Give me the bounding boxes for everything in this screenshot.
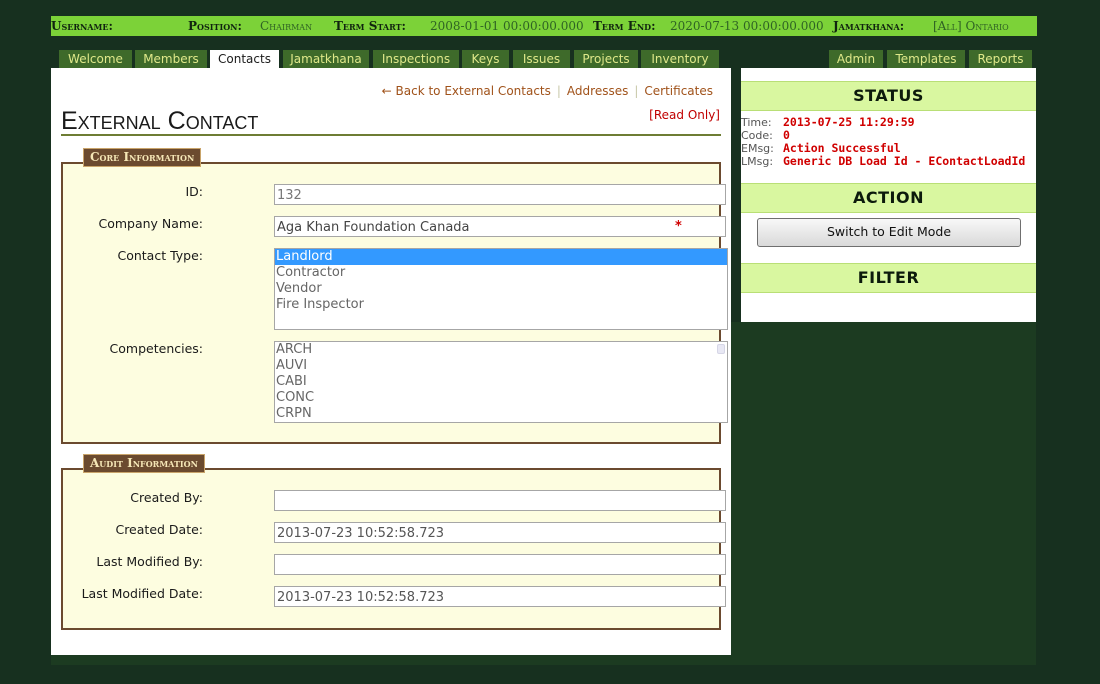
side-background: [731, 322, 1036, 665]
list-option-landlord[interactable]: Landlord: [275, 249, 727, 265]
list-option-conc[interactable]: CONC: [275, 390, 727, 406]
tab-welcome[interactable]: Welcome: [59, 50, 132, 68]
tab-jamatkhana[interactable]: Jamatkhana: [283, 50, 369, 68]
bottom-background: [51, 655, 1036, 665]
contact-type-list[interactable]: Landlord Contractor Vendor Fire Inspecto…: [274, 248, 728, 330]
tab-keys[interactable]: Keys: [462, 50, 509, 68]
list-option-vendor[interactable]: Vendor: [275, 281, 727, 297]
tab-contacts[interactable]: Contacts: [210, 50, 279, 69]
status-time-row: Time: 2013-07-25 11:29:59: [741, 115, 915, 129]
last-modified-date-label: Last Modified Date:: [81, 586, 203, 601]
company-name-field[interactable]: Aga Khan Foundation Canada: [274, 216, 726, 237]
related-links: ← Back to External Contacts | Addresses | Ce…: [382, 84, 713, 98]
term-start-value: 2008-01-01 00:00:00.000: [430, 19, 584, 33]
back-to-contacts-link[interactable]: ← Back to External Contacts: [382, 84, 551, 98]
core-information-section: ID: 132 Company Name: Aga Khan Foundatio…: [61, 162, 728, 444]
tab-admin[interactable]: Admin: [829, 50, 883, 68]
competencies-list[interactable]: ARCH AUVI CABI CONC CRPN: [274, 341, 728, 423]
switch-to-edit-mode-button[interactable]: Switch to Edit Mode: [757, 218, 1021, 247]
scrollbar-thumb[interactable]: [717, 344, 725, 354]
term-end-value: 2020-07-13 00:00:00.000: [670, 19, 824, 33]
action-heading: ACTION: [741, 183, 1036, 213]
company-name-label: Company Name:: [98, 216, 203, 231]
jamatkhana-value: [All] Ontario: [933, 19, 1009, 33]
jamatkhana-label: Jamatkhana:: [833, 19, 905, 33]
link-separator: |: [634, 84, 639, 98]
tab-reports[interactable]: Reports: [969, 50, 1032, 68]
filter-heading: FILTER: [741, 263, 1036, 293]
core-information-legend: Core Information: [83, 148, 202, 167]
user-info-bar: Username: Position: Chairman Term Start:…: [51, 16, 1037, 36]
list-option-auvi[interactable]: AUVI: [275, 358, 727, 374]
created-by-field[interactable]: [274, 490, 726, 511]
id-field[interactable]: 132: [274, 184, 726, 205]
list-option-crpn[interactable]: CRPN: [275, 406, 727, 422]
status-code-row: Code: 0: [741, 128, 790, 142]
term-end-label: Term End:: [593, 19, 656, 33]
last-modified-date-field[interactable]: 2013-07-23 10:52:58.723: [274, 586, 726, 607]
addresses-link[interactable]: Addresses: [567, 84, 628, 98]
tab-inventory[interactable]: Inventory: [641, 50, 719, 68]
status-emsg-value: Action Successful: [783, 141, 901, 155]
created-date-field[interactable]: 2013-07-23 10:52:58.723: [274, 522, 726, 543]
list-option-cabi[interactable]: CABI: [275, 374, 727, 390]
created-date-label: Created Date:: [115, 522, 203, 537]
tab-issues[interactable]: Issues: [513, 50, 570, 68]
last-modified-by-label: Last Modified By:: [96, 554, 203, 569]
side-panel: STATUS Time: 2013-07-25 11:29:59 Code: 0 E…: [741, 68, 1036, 322]
status-heading: STATUS: [741, 81, 1036, 111]
username-label: Username:: [51, 19, 113, 33]
link-separator: |: [556, 84, 561, 98]
list-option-fire-inspector[interactable]: Fire Inspector: [275, 297, 727, 313]
status-emsg-row: EMsg: Action Successful: [741, 141, 901, 155]
status-lmsg-value: Generic DB Load Id - EContactLoadId: [783, 154, 1026, 168]
competencies-label: Competencies:: [109, 341, 203, 356]
status-code-value: 0: [783, 128, 790, 142]
audit-information-section: Created By: Created Date: 2013-07-23 10:…: [61, 468, 726, 630]
term-start-label: Term Start:: [334, 19, 406, 33]
id-label: ID:: [185, 184, 203, 199]
certificates-link[interactable]: Certificates: [644, 84, 713, 98]
created-by-label: Created By:: [130, 490, 203, 505]
list-option-contractor[interactable]: Contractor: [275, 265, 727, 281]
status-time-value: 2013-07-25 11:29:59: [783, 115, 915, 129]
position-label: Position:: [188, 19, 242, 33]
required-indicator: *: [675, 219, 682, 234]
position-value: Chairman: [260, 19, 313, 33]
list-option-arch[interactable]: ARCH: [275, 342, 727, 358]
status-lmsg-label: LMsg:: [741, 155, 774, 168]
audit-information-legend: Audit Information: [83, 454, 205, 473]
last-modified-by-field[interactable]: [274, 554, 726, 575]
tab-inspections[interactable]: Inspections: [373, 50, 459, 68]
contact-type-label: Contact Type:: [117, 248, 203, 263]
tab-members[interactable]: Members: [135, 50, 207, 68]
page-title: External Contact: [61, 106, 721, 136]
tab-templates[interactable]: Templates: [887, 50, 965, 68]
tab-projects[interactable]: Projects: [574, 50, 638, 68]
main-content: ← Back to External Contacts | Addresses | Ce…: [51, 68, 731, 655]
status-lmsg-row: LMsg: Generic DB Load Id - EContactLoadId: [741, 154, 1025, 168]
